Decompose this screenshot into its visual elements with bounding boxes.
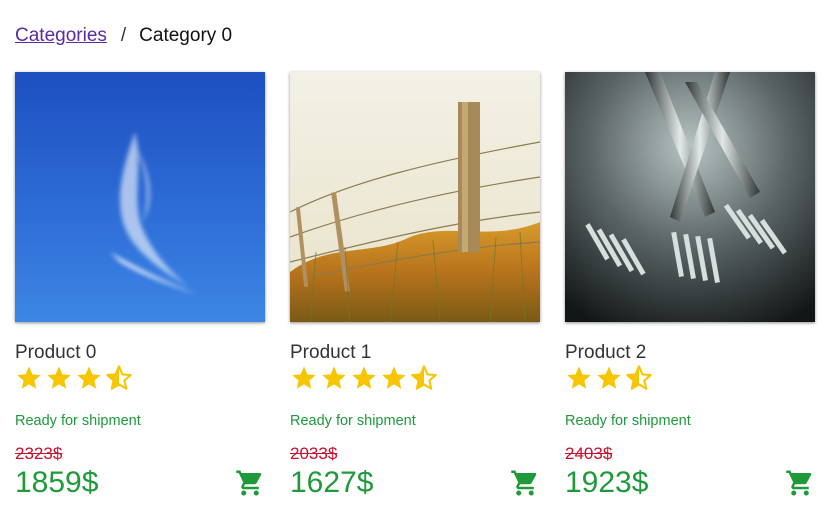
- rating-stars: [290, 364, 438, 392]
- product-name[interactable]: Product 0: [15, 342, 96, 364]
- breadcrumb: Categories / Category 0: [15, 24, 232, 48]
- add-to-cart-button[interactable]: [785, 468, 815, 498]
- cart-icon: [786, 470, 812, 496]
- star-half-icon: [106, 365, 132, 390]
- product-grid: Product 0 Ready for shipment 2323$ 1859$: [15, 72, 815, 512]
- product-card: Product 2 Ready for shipment 2403$ 1923$: [565, 72, 815, 512]
- add-to-cart-button[interactable]: [235, 468, 265, 498]
- breadcrumb-link-categories[interactable]: Categories: [15, 25, 107, 46]
- old-price: 2323$: [15, 444, 63, 463]
- stock-status: Ready for shipment: [565, 413, 691, 429]
- cart-icon: [511, 470, 537, 496]
- old-price: 2403$: [565, 444, 613, 463]
- star-full-icon: [77, 366, 101, 389]
- rating-stars: [565, 364, 653, 392]
- stock-status: Ready for shipment: [290, 413, 416, 429]
- star-half-icon: [626, 365, 652, 390]
- star-full-icon: [17, 366, 41, 389]
- cart-icon: [236, 470, 262, 496]
- product-card: Product 0 Ready for shipment 2323$ 1859$: [15, 72, 265, 512]
- product-name[interactable]: Product 2: [565, 342, 646, 364]
- price: 1923$: [565, 466, 649, 499]
- add-to-cart-button[interactable]: [510, 468, 540, 498]
- star-full-icon: [292, 366, 316, 389]
- product-image-forks[interactable]: [565, 72, 815, 322]
- product-image-fence[interactable]: [290, 72, 540, 322]
- product-image-sky[interactable]: [15, 72, 265, 322]
- star-full-icon: [382, 366, 406, 389]
- product-name[interactable]: Product 1: [290, 342, 371, 364]
- star-full-icon: [567, 366, 591, 389]
- price: 1859$: [15, 466, 99, 499]
- stock-status: Ready for shipment: [15, 413, 141, 429]
- star-half-icon: [411, 365, 437, 390]
- star-full-icon: [322, 366, 346, 389]
- star-full-icon: [597, 366, 621, 389]
- star-full-icon: [47, 366, 71, 389]
- price: 1627$: [290, 466, 374, 499]
- product-card: Product 1 Ready for shipment 2033$ 1627$: [290, 72, 540, 512]
- old-price: 2033$: [290, 444, 338, 463]
- breadcrumb-separator: /: [120, 25, 127, 46]
- breadcrumb-current: Category 0: [139, 25, 233, 46]
- rating-stars: [15, 364, 133, 392]
- star-full-icon: [352, 366, 376, 389]
